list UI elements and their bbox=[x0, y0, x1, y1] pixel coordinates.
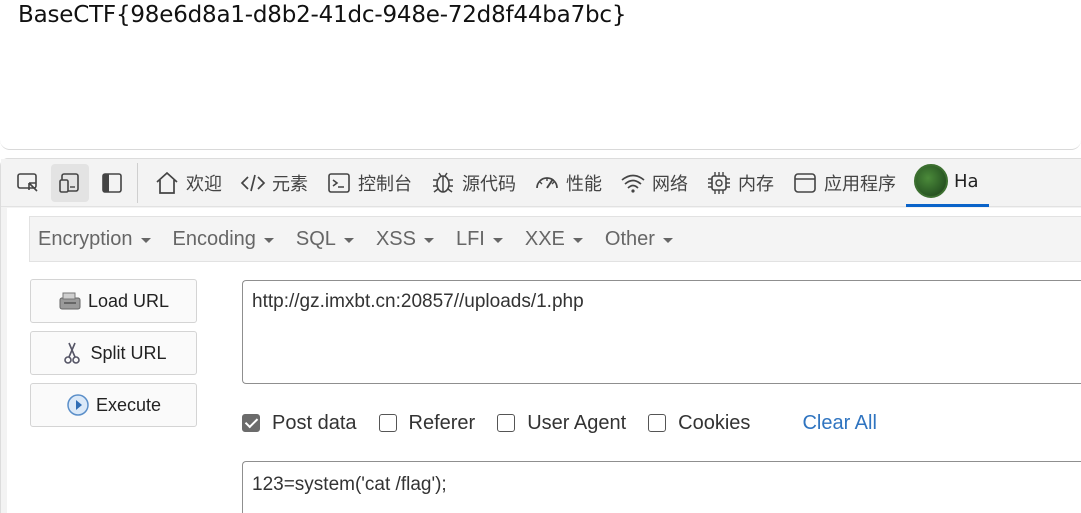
toolbar-divider bbox=[137, 162, 138, 203]
hackbar-panel: Encryption Encoding SQL XSS LFI XXE Othe… bbox=[7, 208, 1081, 513]
menu-label: Other bbox=[604, 227, 655, 250]
inspect-element-button[interactable] bbox=[9, 164, 47, 202]
option-label: Referer bbox=[408, 411, 476, 434]
hackbar-logo-icon bbox=[914, 164, 948, 198]
menu-label: LFI bbox=[455, 227, 485, 250]
tab-memory[interactable]: 内存 bbox=[698, 159, 784, 207]
button-label: Load URL bbox=[87, 290, 170, 311]
caret-down-icon bbox=[343, 237, 354, 243]
caret-down-icon bbox=[572, 237, 583, 243]
caret-down-icon bbox=[140, 237, 151, 243]
option-label: Cookies bbox=[678, 411, 751, 434]
console-icon bbox=[328, 172, 350, 193]
url-value: http://gz.imxbt.cn:20857//uploads/1.php bbox=[252, 291, 584, 312]
tab-sources[interactable]: 源代码 bbox=[422, 159, 526, 207]
tab-performance[interactable]: 性能 bbox=[526, 159, 612, 207]
tab-label: Ha bbox=[954, 170, 979, 192]
devtools-panel: 欢迎 元素 控制台 源代码 性能 网络 内存 应用程序 Ha Encryptio… bbox=[0, 158, 1081, 513]
gauge-icon bbox=[536, 176, 558, 189]
bug-icon bbox=[433, 172, 453, 193]
code-icon bbox=[240, 174, 266, 191]
menu-other[interactable]: Other bbox=[597, 228, 687, 251]
caret-down-icon bbox=[662, 237, 673, 243]
menu-label: XXE bbox=[524, 227, 565, 250]
tab-label: 网络 bbox=[652, 173, 688, 195]
menu-xss[interactable]: XSS bbox=[368, 228, 448, 251]
page-output-area: BaseCTF{98e6d8a1-d8b2-41dc-948e-72d8f44b… bbox=[0, 0, 1081, 150]
play-icon bbox=[67, 394, 89, 416]
sidebar-panel-icon bbox=[102, 172, 122, 193]
cookies-option[interactable]: Cookies bbox=[648, 412, 750, 435]
split-url-button[interactable]: Split URL bbox=[30, 331, 197, 375]
tab-elements[interactable]: 元素 bbox=[232, 159, 318, 207]
tab-application[interactable]: 应用程序 bbox=[784, 159, 906, 207]
tab-label: 元素 bbox=[272, 173, 308, 195]
option-label: User Agent bbox=[527, 411, 627, 434]
clear-all-link[interactable]: Clear All bbox=[802, 412, 876, 435]
flag-text: BaseCTF{98e6d8a1-d8b2-41dc-948e-72d8f44b… bbox=[18, 2, 627, 28]
devtools-toolbar: 欢迎 元素 控制台 源代码 性能 网络 内存 应用程序 Ha bbox=[1, 159, 1081, 207]
post-data-option[interactable]: Post data bbox=[242, 412, 357, 435]
referer-checkbox[interactable] bbox=[378, 414, 397, 432]
request-options: Post data Referer User Agent Cookies Cle… bbox=[242, 408, 877, 438]
menu-lfi[interactable]: LFI bbox=[448, 228, 517, 251]
menu-sql[interactable]: SQL bbox=[288, 228, 368, 251]
dock-side-button[interactable] bbox=[93, 164, 131, 202]
button-label: Split URL bbox=[90, 342, 167, 363]
tab-label: 控制台 bbox=[358, 173, 412, 195]
scissors-icon bbox=[64, 342, 81, 364]
post-data-checkbox[interactable] bbox=[242, 414, 260, 432]
url-input[interactable]: http://gz.imxbt.cn:20857//uploads/1.php bbox=[242, 280, 1081, 384]
hackbar-menu-bar: Encryption Encoding SQL XSS LFI XXE Othe… bbox=[29, 216, 1081, 262]
tab-label: 源代码 bbox=[462, 173, 516, 195]
caret-down-icon bbox=[492, 237, 503, 243]
menu-label: SQL bbox=[295, 227, 336, 250]
menu-label: Encryption bbox=[38, 227, 133, 250]
tab-label: 内存 bbox=[738, 173, 774, 195]
user-agent-checkbox[interactable] bbox=[497, 414, 516, 432]
inspect-icon bbox=[17, 172, 38, 192]
home-icon bbox=[156, 171, 178, 194]
button-label: Execute bbox=[95, 394, 162, 415]
menu-xxe[interactable]: XXE bbox=[517, 228, 597, 251]
option-label: Post data bbox=[272, 411, 357, 434]
tab-label: 应用程序 bbox=[824, 173, 896, 195]
tab-console[interactable]: 控制台 bbox=[318, 159, 422, 207]
referer-option[interactable]: Referer bbox=[378, 411, 476, 435]
tab-hackbar[interactable]: Ha bbox=[906, 159, 989, 207]
menu-label: Encoding bbox=[172, 227, 256, 250]
post-data-value: 123=system('cat /flag'); bbox=[252, 474, 447, 495]
execute-button[interactable]: Execute bbox=[30, 383, 197, 427]
caret-down-icon bbox=[423, 237, 434, 243]
tab-label: 欢迎 bbox=[186, 173, 222, 195]
caret-down-icon bbox=[263, 237, 274, 243]
chip-icon bbox=[708, 171, 730, 194]
menu-encryption[interactable]: Encryption bbox=[30, 228, 165, 251]
device-icon bbox=[59, 172, 79, 193]
load-url-button[interactable]: Load URL bbox=[30, 279, 197, 323]
menu-label: XSS bbox=[375, 227, 416, 250]
wifi-icon bbox=[621, 174, 645, 193]
tab-label: 性能 bbox=[566, 173, 602, 195]
tab-network[interactable]: 网络 bbox=[612, 159, 698, 207]
tab-welcome[interactable]: 欢迎 bbox=[146, 159, 232, 207]
cookies-checkbox[interactable] bbox=[648, 414, 667, 432]
user-agent-option[interactable]: User Agent bbox=[497, 412, 626, 435]
device-emulation-button[interactable] bbox=[51, 163, 89, 202]
app-window-icon bbox=[794, 172, 816, 193]
post-data-input[interactable]: 123=system('cat /flag'); bbox=[242, 461, 1081, 513]
menu-encoding[interactable]: Encoding bbox=[165, 228, 288, 251]
load-url-icon bbox=[59, 292, 81, 310]
